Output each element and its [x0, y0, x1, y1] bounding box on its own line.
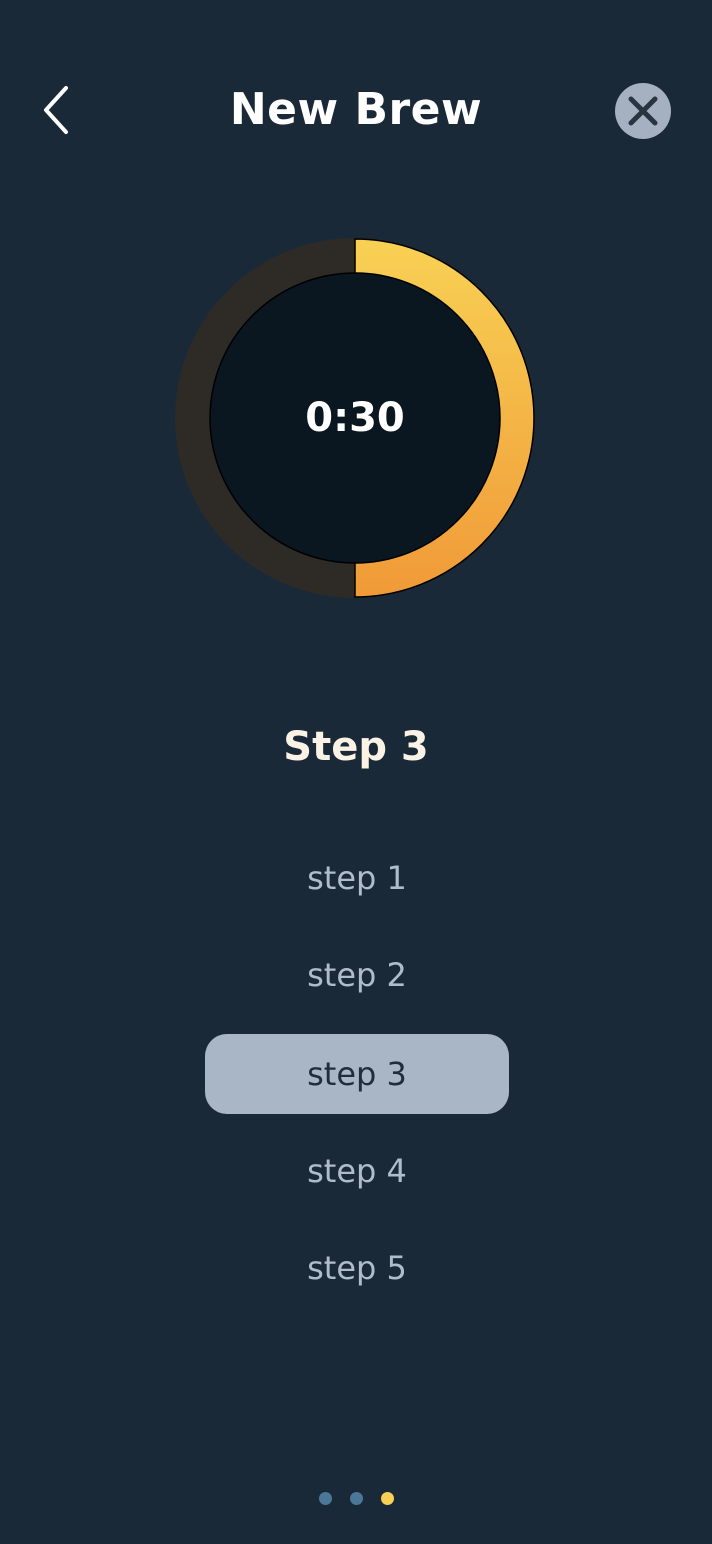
header: New Brew — [0, 60, 712, 160]
timer-ring: 0:30 — [174, 238, 536, 598]
step-item-2[interactable]: step 2 — [205, 935, 509, 1015]
step-item-5[interactable]: step 5 — [205, 1228, 509, 1308]
timer-readout: 0:30 — [305, 395, 405, 441]
page-indicator — [0, 1492, 712, 1506]
step-item-1[interactable]: step 1 — [205, 838, 509, 918]
close-button[interactable] — [614, 82, 672, 140]
step-item-4[interactable]: step 4 — [205, 1131, 509, 1211]
close-circle-icon — [615, 83, 671, 139]
page-dot-3[interactable] — [380, 1492, 394, 1505]
page-title: New Brew — [229, 84, 483, 135]
page-dot-1[interactable] — [318, 1492, 332, 1505]
page-dot-2[interactable] — [349, 1492, 363, 1505]
current-step-heading: Step 3 — [283, 724, 429, 770]
step-item-3[interactable]: step 3 — [205, 1034, 509, 1114]
brew-screen: New Brew 0:30 Step 3 step 1 step 2 step … — [0, 0, 712, 1544]
